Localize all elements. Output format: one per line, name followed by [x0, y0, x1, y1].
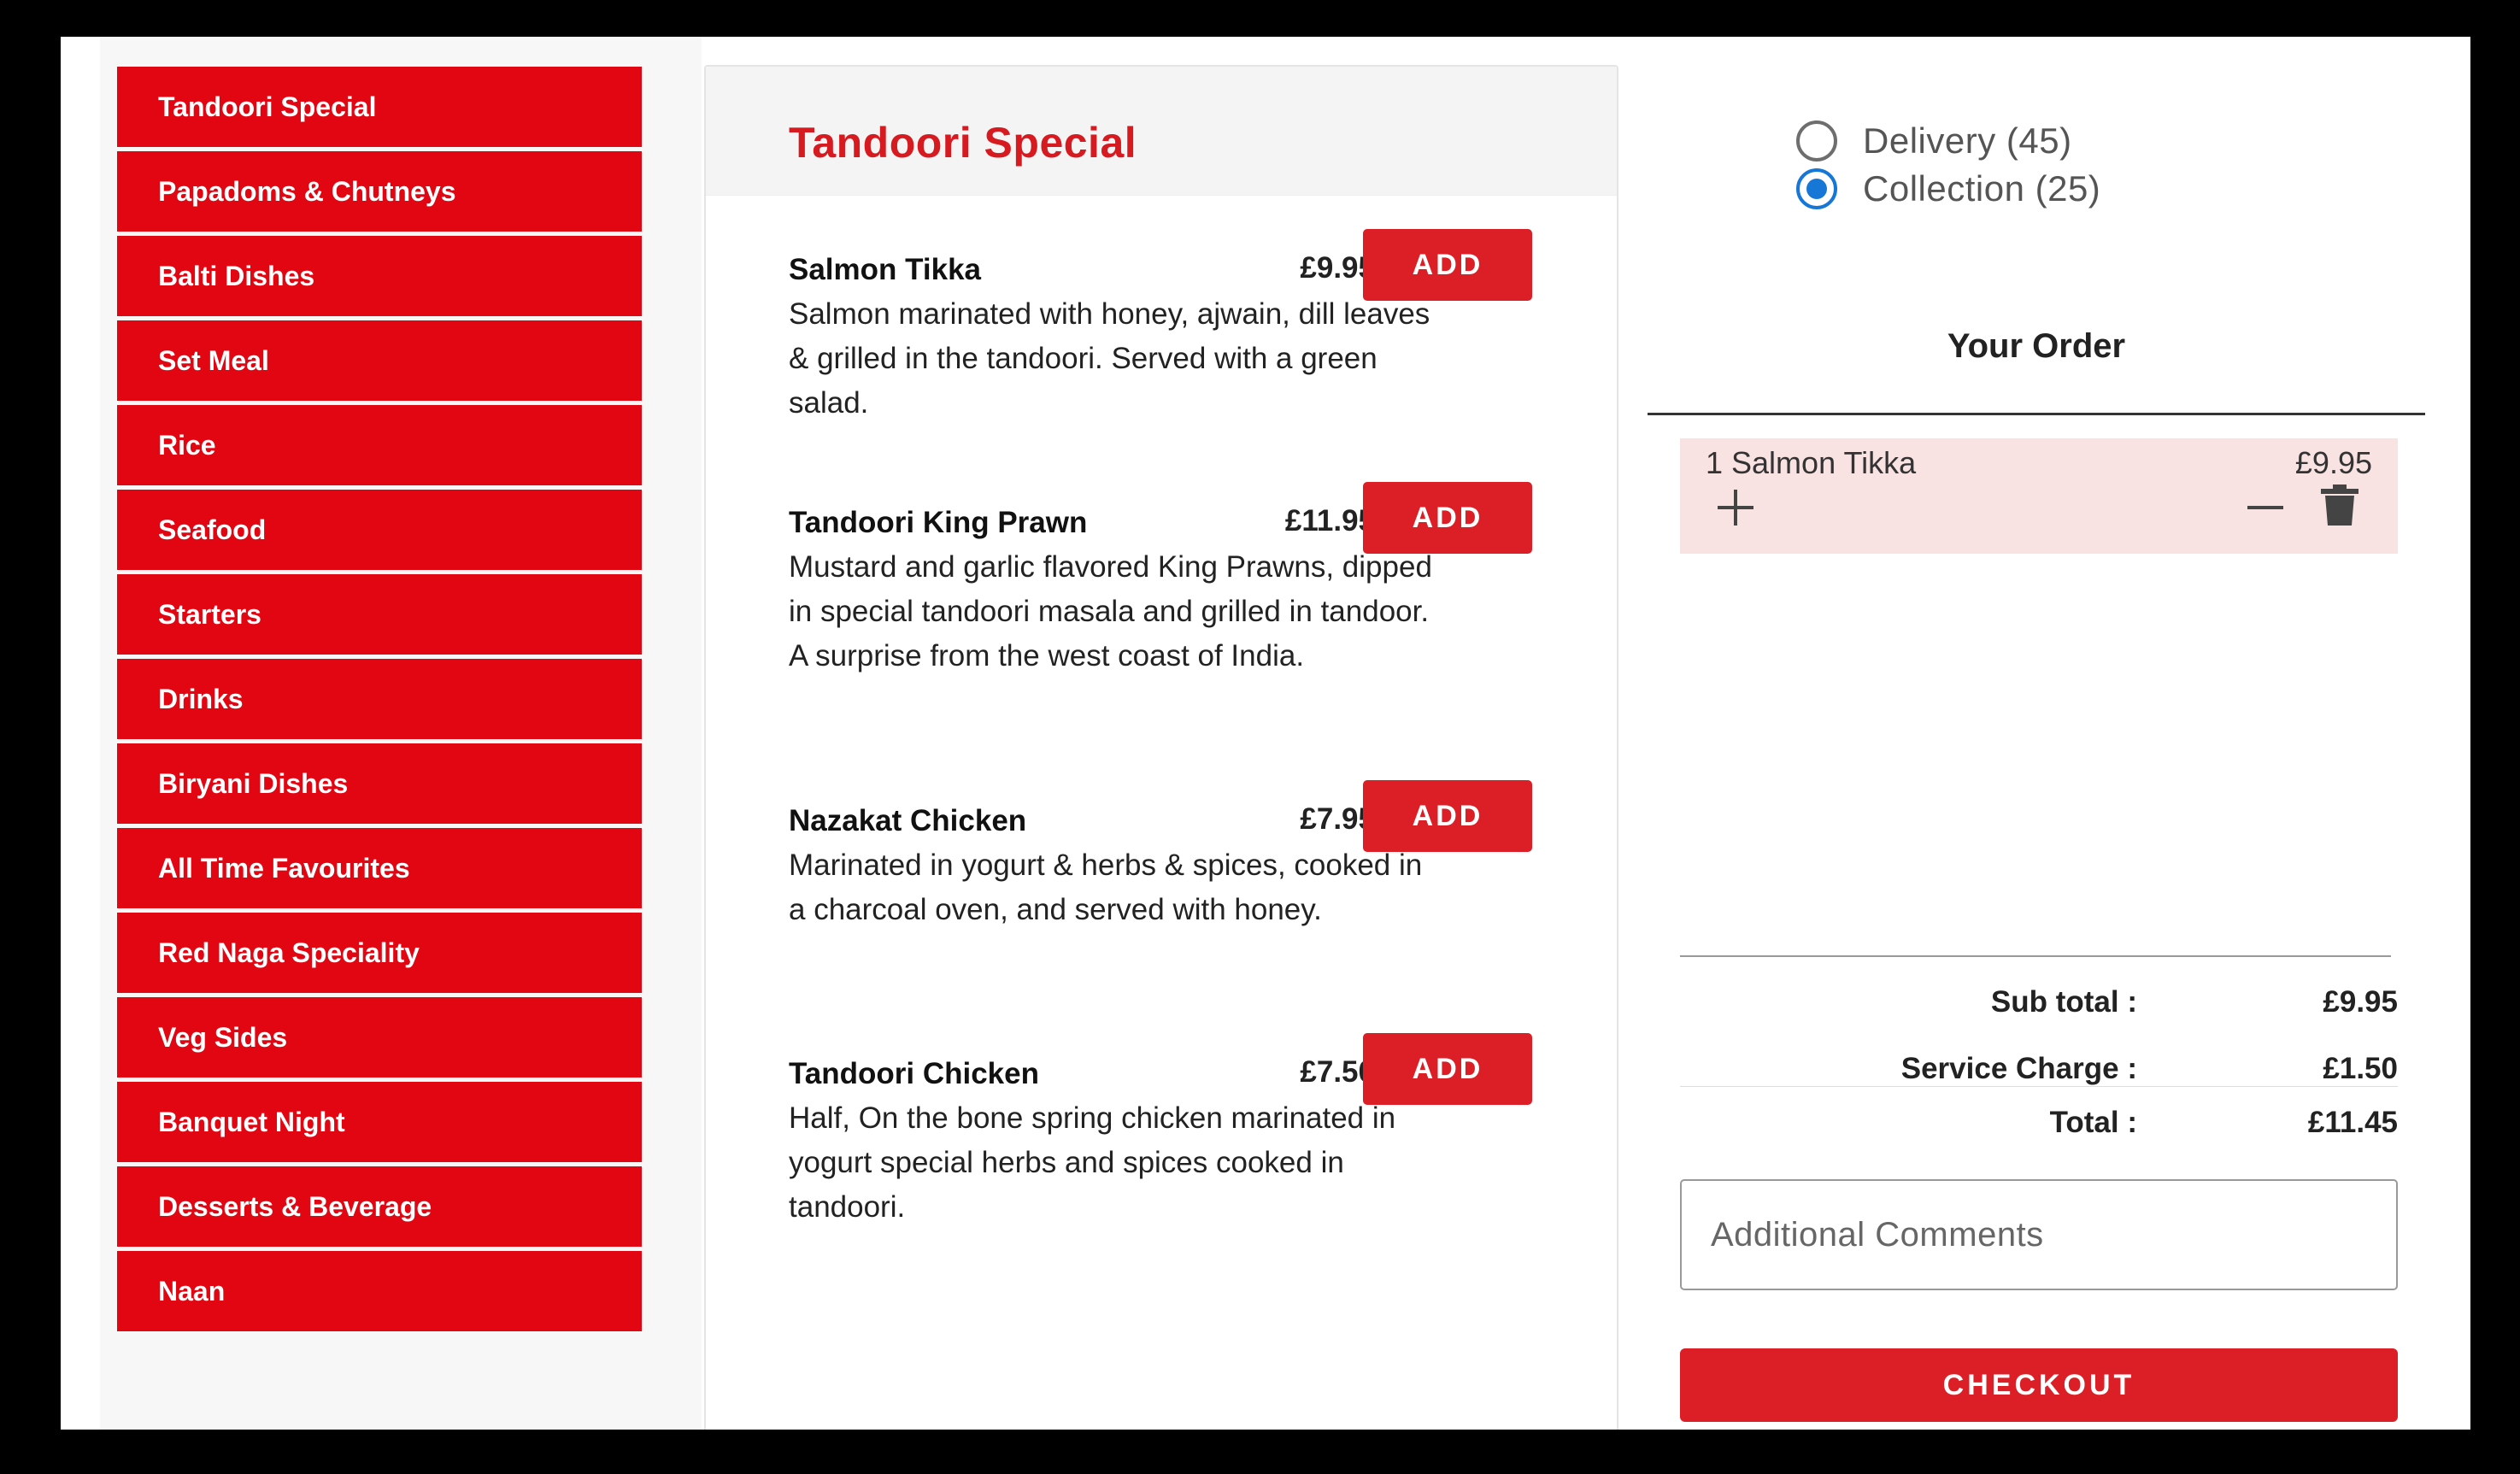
order-divider	[1648, 413, 2425, 415]
total-label: Total :	[2049, 1106, 2137, 1139]
dish-item: Tandoori King Prawn Mustard and garlic f…	[789, 482, 1558, 678]
total-row: Total : £11.45	[1680, 1106, 2398, 1148]
category-all-time-favourites[interactable]: All Time Favourites	[117, 828, 642, 908]
category-sidebar: Tandoori Special Papadoms & Chutneys Bal…	[117, 67, 642, 1336]
dish-description: Mustard and garlic flavored King Prawns,…	[789, 550, 1432, 672]
additional-comments-input[interactable]	[1680, 1179, 2398, 1290]
total-value: £11.45	[2307, 1106, 2398, 1139]
category-drinks[interactable]: Drinks	[117, 659, 642, 739]
category-banquet-night[interactable]: Banquet Night	[117, 1082, 642, 1162]
plus-icon[interactable]	[1716, 488, 1755, 527]
category-naan[interactable]: Naan	[117, 1251, 642, 1331]
category-papadoms-chutneys[interactable]: Papadoms & Chutneys	[117, 151, 642, 232]
minus-icon[interactable]	[2246, 488, 2285, 527]
category-biryani-dishes[interactable]: Biryani Dishes	[117, 743, 642, 824]
category-balti-dishes[interactable]: Balti Dishes	[117, 236, 642, 316]
subtotal-label: Sub total :	[1990, 985, 2137, 1019]
service-charge-label: Service Charge :	[1900, 1052, 2137, 1085]
service-charge-row: Service Charge : £1.50	[1680, 1052, 2398, 1095]
dish-price: £11.95	[1284, 504, 1375, 537]
category-set-meal[interactable]: Set Meal	[117, 320, 642, 401]
order-title: Your Order	[1947, 327, 2126, 365]
category-seafood[interactable]: Seafood	[117, 490, 642, 570]
trash-icon[interactable]	[2321, 484, 2358, 526]
delivery-option[interactable]: Delivery (45)	[1796, 119, 2072, 163]
category-rice[interactable]: Rice	[117, 405, 642, 485]
collection-label: Collection (25)	[1863, 168, 2101, 208]
dish-description: Half, On the bone spring chicken marinat…	[789, 1101, 1396, 1224]
add-button[interactable]: ADD	[1363, 482, 1532, 554]
order-item-name: 1 Salmon Tikka	[1706, 445, 1917, 480]
menu-section-title: Tandoori Special	[789, 119, 1137, 167]
collection-radio[interactable]	[1796, 168, 1837, 209]
category-red-naga-speciality[interactable]: Red Naga Speciality	[117, 913, 642, 993]
order-panel: Delivery (45) Collection (25) Your Order…	[1648, 37, 2470, 1430]
order-item: 1 Salmon Tikka £9.95	[1680, 438, 2398, 554]
category-starters[interactable]: Starters	[117, 574, 642, 655]
menu-header: Tandoori Special	[706, 67, 1617, 196]
total-divider	[1680, 1086, 2398, 1087]
app-screen: Tandoori Special Papadoms & Chutneys Bal…	[61, 37, 2470, 1430]
category-tandoori-special[interactable]: Tandoori Special	[117, 67, 642, 147]
subtotal-row: Sub total : £9.95	[1680, 985, 2398, 1028]
dish-item: Nazakat Chicken Marinated in yogurt & he…	[789, 780, 1558, 932]
add-button[interactable]: ADD	[1363, 1033, 1532, 1105]
category-desserts-beverage[interactable]: Desserts & Beverage	[117, 1166, 642, 1247]
checkout-button[interactable]: CHECKOUT	[1680, 1348, 2398, 1422]
dish-description: Salmon marinated with honey, ajwain, dil…	[789, 297, 1430, 420]
service-charge-value: £1.50	[2323, 1052, 2398, 1085]
dish-item: Salmon Tikka Salmon marinated with honey…	[789, 229, 1558, 426]
order-item-price: £9.95	[2294, 445, 2372, 480]
collection-option[interactable]: Collection (25)	[1796, 167, 2100, 211]
add-button[interactable]: ADD	[1363, 780, 1532, 852]
category-veg-sides[interactable]: Veg Sides	[117, 997, 642, 1078]
dish-item: Tandoori Chicken Half, On the bone sprin…	[789, 1033, 1558, 1230]
delivery-label: Delivery (45)	[1863, 120, 2072, 161]
subtotal-value: £9.95	[2323, 985, 2398, 1019]
add-button[interactable]: ADD	[1363, 229, 1532, 301]
summary-divider	[1680, 955, 2391, 957]
menu-panel: Tandoori Special Salmon Tikka Salmon mar…	[704, 65, 1618, 1430]
dish-description: Marinated in yogurt & herbs & spices, co…	[789, 849, 1423, 926]
delivery-radio[interactable]	[1796, 120, 1837, 161]
